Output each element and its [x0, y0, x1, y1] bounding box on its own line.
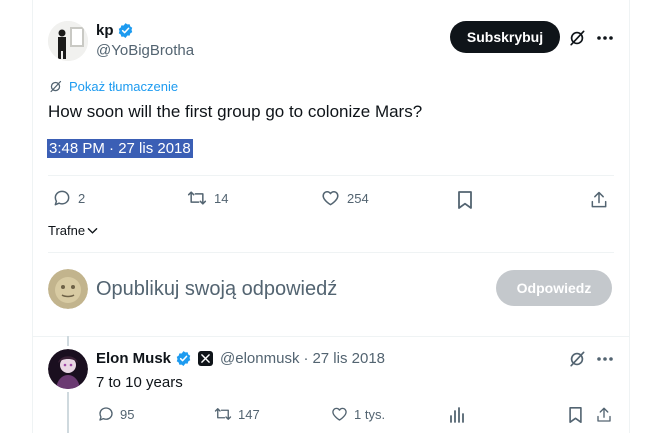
- views-icon[interactable]: [448, 406, 466, 424]
- author-name[interactable]: kp: [96, 22, 114, 39]
- tweet-timestamp[interactable]: 3:48 PM · 27 lis 2018: [47, 139, 193, 158]
- share-icon[interactable]: [589, 189, 609, 211]
- bookmark-icon[interactable]: [566, 405, 584, 425]
- verified-badge-icon: [117, 22, 134, 39]
- retweet-action[interactable]: 14: [186, 188, 228, 208]
- reply-header: Elon Musk @elonmusk · 27 lis 2018: [96, 350, 385, 367]
- heart-icon: [322, 191, 339, 206]
- retweet-count: 14: [214, 190, 229, 206]
- reply-icon: [54, 190, 70, 206]
- reply-text: 7 to 10 years: [96, 374, 183, 391]
- sort-dropdown[interactable]: Trafne: [48, 223, 98, 238]
- like-action[interactable]: 1 tys.: [330, 405, 385, 423]
- author-handle[interactable]: @YoBigBrotha: [96, 42, 194, 59]
- reply-author-handle[interactable]: @elonmusk: [220, 350, 299, 367]
- timestamp-text: 3:48 PM · 27 lis 2018: [47, 139, 193, 158]
- verified-badge-icon: [175, 350, 192, 367]
- share-icon[interactable]: [594, 405, 614, 425]
- reply-count: 2: [78, 190, 86, 206]
- more-options-icon[interactable]: [593, 348, 617, 370]
- reply-input[interactable]: [96, 275, 476, 303]
- subscribe-button[interactable]: Subskrybuj: [450, 21, 560, 53]
- more-options-icon[interactable]: [593, 27, 617, 49]
- like-count: 254: [347, 190, 369, 206]
- author-avatar[interactable]: [48, 21, 88, 61]
- reply-author-name[interactable]: Elon Musk: [96, 350, 171, 367]
- retweet-action[interactable]: 147: [213, 405, 260, 423]
- retweet-icon: [187, 191, 207, 205]
- grok-icon[interactable]: [566, 348, 588, 370]
- divider: [48, 175, 614, 176]
- grok-icon[interactable]: [566, 27, 588, 49]
- separator-dot: ·: [303, 350, 309, 367]
- reply-icon: [99, 407, 113, 421]
- thread-line: [67, 336, 69, 346]
- thread-line: [67, 392, 69, 433]
- tweet-text: How soon will the first group go to colo…: [48, 102, 423, 121]
- retweet-icon: [214, 408, 232, 420]
- retweet-count: 147: [238, 406, 260, 422]
- divider: [32, 336, 630, 337]
- reply-action[interactable]: 95: [97, 405, 134, 423]
- translate-label: Pokaż tłumaczenie: [69, 79, 179, 94]
- current-user-avatar[interactable]: [48, 269, 88, 309]
- translate-icon: [48, 79, 63, 94]
- like-action[interactable]: 254: [320, 188, 369, 208]
- heart-icon: [332, 407, 347, 421]
- divider: [48, 252, 614, 253]
- chevron-down-icon: [87, 227, 98, 235]
- like-count: 1 tys.: [354, 406, 386, 422]
- bookmark-icon[interactable]: [455, 189, 475, 211]
- reply-author-avatar[interactable]: [48, 349, 88, 389]
- timeline-column: [32, 0, 630, 433]
- reply-count: 95: [120, 406, 135, 422]
- reply-action[interactable]: 2: [52, 188, 85, 208]
- sort-label: Trafne: [48, 223, 86, 238]
- x-affiliate-icon: [198, 351, 214, 366]
- reply-submit-label: Odpowiedz: [516, 280, 592, 296]
- reply-date[interactable]: 27 lis 2018: [312, 350, 385, 367]
- translate-link[interactable]: Pokaż tłumaczenie: [48, 79, 178, 94]
- reply-submit-button[interactable]: Odpowiedz: [496, 270, 612, 306]
- subscribe-label: Subskrybuj: [466, 29, 544, 45]
